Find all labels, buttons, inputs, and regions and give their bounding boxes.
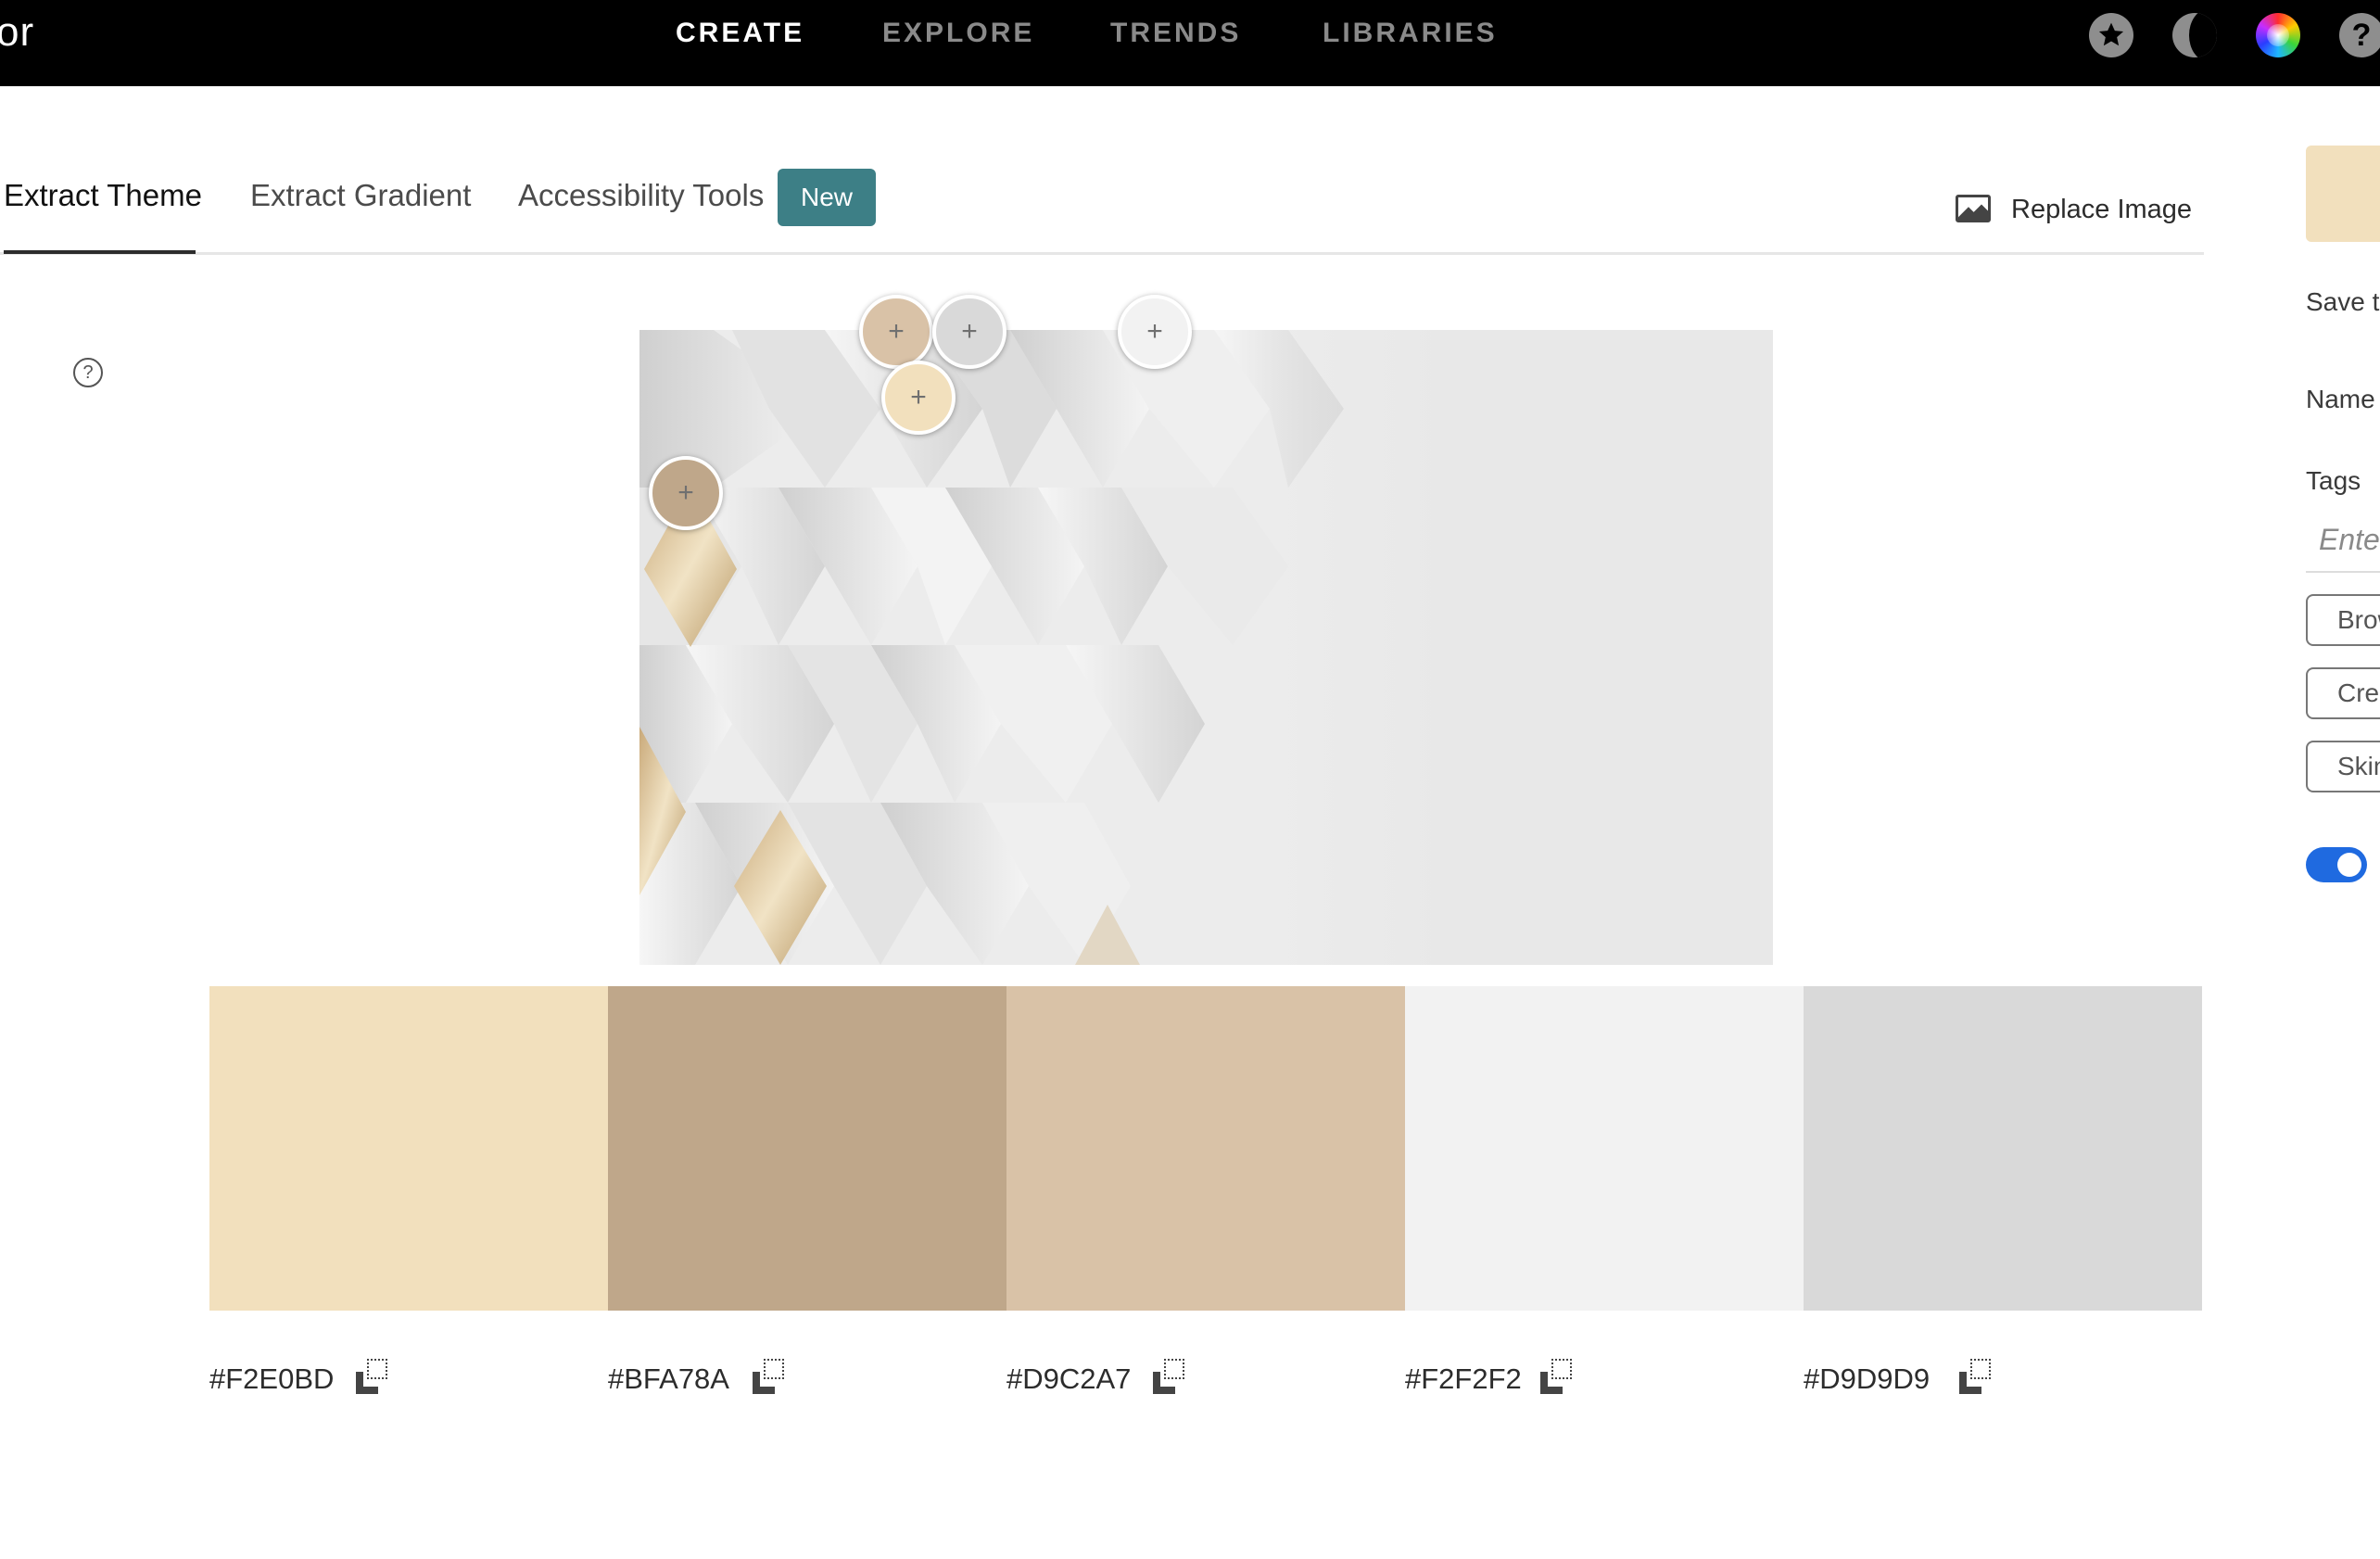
help-circle-icon[interactable]: ?	[73, 358, 103, 387]
star-icon[interactable]	[2089, 13, 2133, 57]
tag-chip[interactable]: Cream	[2306, 667, 2380, 719]
color-picker-handle[interactable]: +	[932, 295, 1006, 369]
tag-chip[interactable]: Skin	[2306, 741, 2380, 792]
color-picker-handle[interactable]: +	[881, 361, 956, 435]
color-picker-handle[interactable]: +	[649, 456, 723, 530]
replace-image-label: Replace Image	[2011, 195, 2193, 224]
nav-explore[interactable]: EXPLORE	[882, 18, 1034, 49]
hex-value[interactable]: #D9C2A7	[1006, 1363, 1131, 1396]
copy-icon[interactable]	[1957, 1359, 1994, 1396]
tabs-divider	[0, 252, 2204, 255]
color-swatch[interactable]	[1804, 986, 2202, 1311]
tab-accessibility-tools[interactable]: Accessibility Tools	[518, 178, 764, 213]
color-swatch[interactable]	[1006, 986, 1405, 1311]
tags-label: Tags	[2306, 466, 2361, 495]
nav-create[interactable]: CREATE	[676, 18, 804, 49]
tag-chip[interactable]: Brown	[2306, 594, 2380, 646]
moon-icon[interactable]	[2172, 13, 2217, 57]
tab-extract-gradient[interactable]: Extract Gradient	[250, 178, 471, 213]
hex-value[interactable]: #F2E0BD	[209, 1363, 334, 1396]
theme-preview-swatch	[2306, 146, 2380, 242]
color-picker-handle[interactable]: +	[1118, 295, 1192, 369]
source-image[interactable]	[639, 330, 1773, 965]
color-picker-handle[interactable]: +	[859, 295, 933, 369]
name-label: Name	[2306, 385, 2375, 413]
save-to-label: Save to	[2306, 287, 2380, 316]
geometric-pattern-image	[639, 330, 1773, 965]
tab-extract-theme[interactable]: Extract Theme	[4, 178, 202, 213]
help-icon[interactable]: ?	[2339, 13, 2380, 57]
hex-value[interactable]: #F2F2F2	[1405, 1363, 1522, 1396]
new-badge[interactable]: New	[778, 169, 876, 226]
publish-toggle[interactable]	[2306, 847, 2367, 882]
tags-input[interactable]: Enter	[2306, 512, 2380, 573]
top-nav-bar: or CREATE EXPLORE TRENDS LIBRARIES ?	[0, 0, 2380, 86]
color-wheel-icon[interactable]	[2256, 13, 2300, 57]
nav-trends[interactable]: TRENDS	[1110, 18, 1241, 49]
copy-icon[interactable]	[1151, 1359, 1188, 1396]
active-tab-indicator	[4, 250, 196, 254]
copy-icon[interactable]	[751, 1359, 788, 1396]
copy-icon[interactable]	[1538, 1359, 1576, 1396]
color-swatch[interactable]	[209, 986, 608, 1311]
color-swatch[interactable]	[1405, 986, 1804, 1311]
hex-value[interactable]: #BFA78A	[608, 1363, 729, 1396]
color-swatch[interactable]	[608, 986, 1006, 1311]
hex-value[interactable]: #D9D9D9	[1804, 1363, 1930, 1396]
brand-wordmark[interactable]: or	[0, 9, 34, 56]
copy-icon[interactable]	[354, 1359, 391, 1396]
nav-libraries[interactable]: LIBRARIES	[1323, 18, 1498, 49]
image-icon	[1956, 195, 1991, 222]
